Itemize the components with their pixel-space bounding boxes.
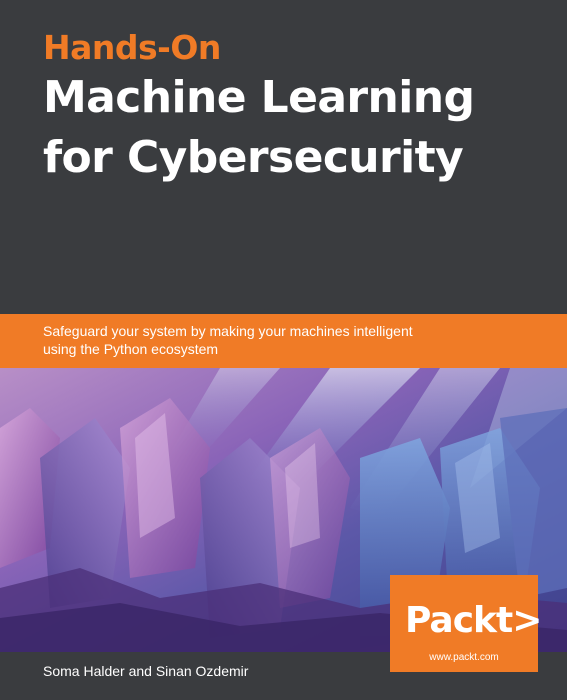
subtitle-line-1: Safeguard your system by making your mac… xyxy=(43,323,413,339)
subtitle-line-2: using the Python ecosystem xyxy=(43,341,219,357)
publisher-badge: Packt> www.packt.com xyxy=(390,575,542,672)
pre-title: Hands-On xyxy=(43,28,221,67)
title-line-1: Machine Learning xyxy=(43,72,475,123)
title-line-2: for Cybersecurity xyxy=(43,132,464,183)
authors: Soma Halder and Sinan Ozdemir xyxy=(43,663,249,679)
title-block: Hands-On Machine Learning for Cybersecur… xyxy=(43,28,553,188)
subtitle: Safeguard your system by making your mac… xyxy=(43,322,543,358)
publisher-url: www.packt.com xyxy=(429,652,499,663)
book-cover: Hands-On Machine Learning for Cybersecur… xyxy=(0,0,567,700)
publisher-logo: Packt> xyxy=(405,600,542,641)
